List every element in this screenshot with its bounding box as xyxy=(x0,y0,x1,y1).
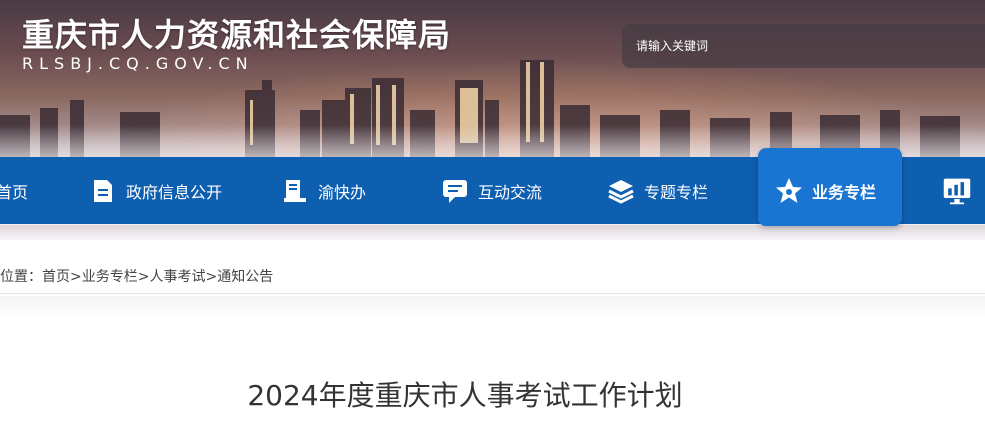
breadcrumb-separator: > xyxy=(70,269,82,285)
chat-icon xyxy=(440,176,470,206)
nav-item-label: 专题专栏 xyxy=(644,182,709,202)
star-icon xyxy=(774,176,804,206)
breadcrumb-shadow xyxy=(0,296,985,320)
nav-item-label: 互动交流 xyxy=(478,182,543,202)
nav-item-label: 首页 xyxy=(0,182,29,202)
article-title: 2024年度重庆市人事考试工作计划 xyxy=(247,379,683,412)
site-domain: RLSBJ.CQ.GOV.CN xyxy=(22,54,254,73)
nav-item-label: 渝快办 xyxy=(318,182,367,202)
nav-item-yukuaiban[interactable]: 渝快办 xyxy=(280,157,366,224)
breadcrumb-divider xyxy=(0,293,985,294)
layers-icon xyxy=(606,176,636,206)
nav-item-interaction[interactable]: 互动交流 xyxy=(440,157,542,224)
nav-item-gov-info[interactable]: 政府信息公开 xyxy=(88,157,222,224)
breadcrumb-personnel-exam[interactable]: 人事考试 xyxy=(149,269,205,285)
lower-haze xyxy=(0,225,985,240)
nav-item-topics[interactable]: 专题专栏 xyxy=(606,157,708,224)
breadcrumb-separator: > xyxy=(137,269,150,285)
nav-item-label: 政府信息公开 xyxy=(126,182,223,202)
breadcrumb-business[interactable]: 业务专栏 xyxy=(82,269,138,285)
service-icon xyxy=(280,176,310,206)
nav-item-label: 业务专栏 xyxy=(812,182,877,202)
chart-icon xyxy=(942,176,972,206)
breadcrumb-separator: > xyxy=(205,269,218,285)
nav-item-home[interactable]: 首页 xyxy=(0,157,28,224)
site-title[interactable]: 重庆市人力资源和社会保障局 xyxy=(22,10,451,56)
nav-item-data[interactable] xyxy=(942,157,980,224)
nav-item-business[interactable]: 业务专栏 xyxy=(774,157,876,224)
breadcrumb-prefix: 位置： xyxy=(0,269,42,285)
breadcrumb-home[interactable]: 首页 xyxy=(42,269,70,285)
search-input[interactable]: 请输入关键词 xyxy=(622,24,985,68)
document-icon xyxy=(88,176,118,206)
breadcrumb: 位置：首页>业务专栏>人事考试>通知公告 xyxy=(0,266,273,286)
breadcrumb-notices[interactable]: 通知公告 xyxy=(217,269,273,285)
